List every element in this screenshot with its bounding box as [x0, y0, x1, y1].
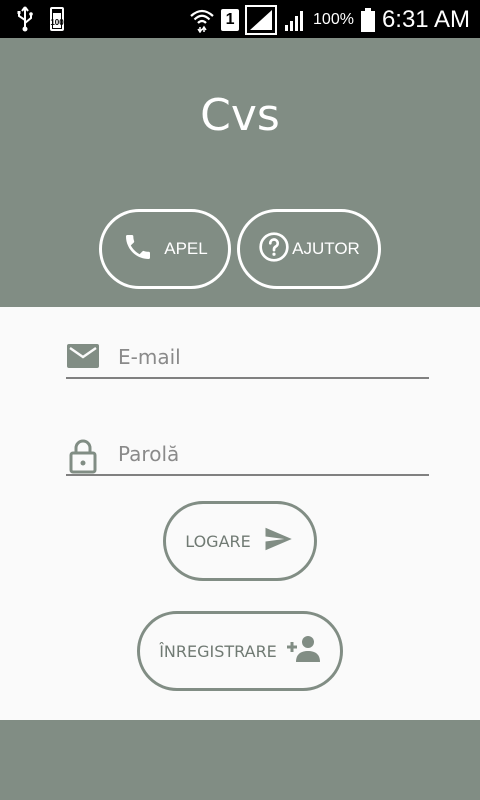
battery-percent: 100% [313, 11, 354, 28]
sim-slot-badge: 1 [221, 9, 240, 31]
register-button[interactable]: ÎNREGISTRARE [137, 611, 343, 691]
mail-icon [66, 341, 100, 376]
usb-icon [16, 6, 34, 32]
signal-icon-secondary [283, 7, 307, 33]
app-title: Cvs [200, 90, 280, 141]
help-button-label: AJUTOR [292, 239, 360, 258]
clock: 6:31 AM [381, 6, 470, 33]
password-input[interactable] [116, 438, 420, 470]
footer-bar [0, 720, 480, 800]
email-field [66, 337, 429, 379]
battery-icon-label: 100 [50, 18, 64, 27]
battery-icon [360, 7, 376, 33]
call-button-label: APEL [164, 239, 208, 258]
register-button-label: ÎNREGISTRARE [159, 641, 277, 661]
login-button-label: LOGARE [185, 531, 251, 551]
help-circle-icon [258, 231, 290, 268]
add-person-icon [285, 634, 321, 668]
wifi-icon [189, 7, 215, 33]
help-button[interactable]: AJUTOR [237, 209, 381, 289]
password-field [66, 434, 429, 476]
lock-icon [66, 438, 100, 479]
login-button[interactable]: LOGARE [163, 501, 317, 581]
send-icon [261, 524, 295, 558]
phone-icon [122, 231, 154, 268]
app-header: Cvs APEL AJUTOR [0, 38, 480, 307]
email-input[interactable] [116, 341, 420, 373]
signal-icon [245, 5, 278, 35]
status-bar: 100 1 100% 6:31 AM [0, 0, 480, 38]
call-button[interactable]: APEL [99, 209, 231, 289]
battery-charging-icon: 100 [50, 7, 64, 31]
